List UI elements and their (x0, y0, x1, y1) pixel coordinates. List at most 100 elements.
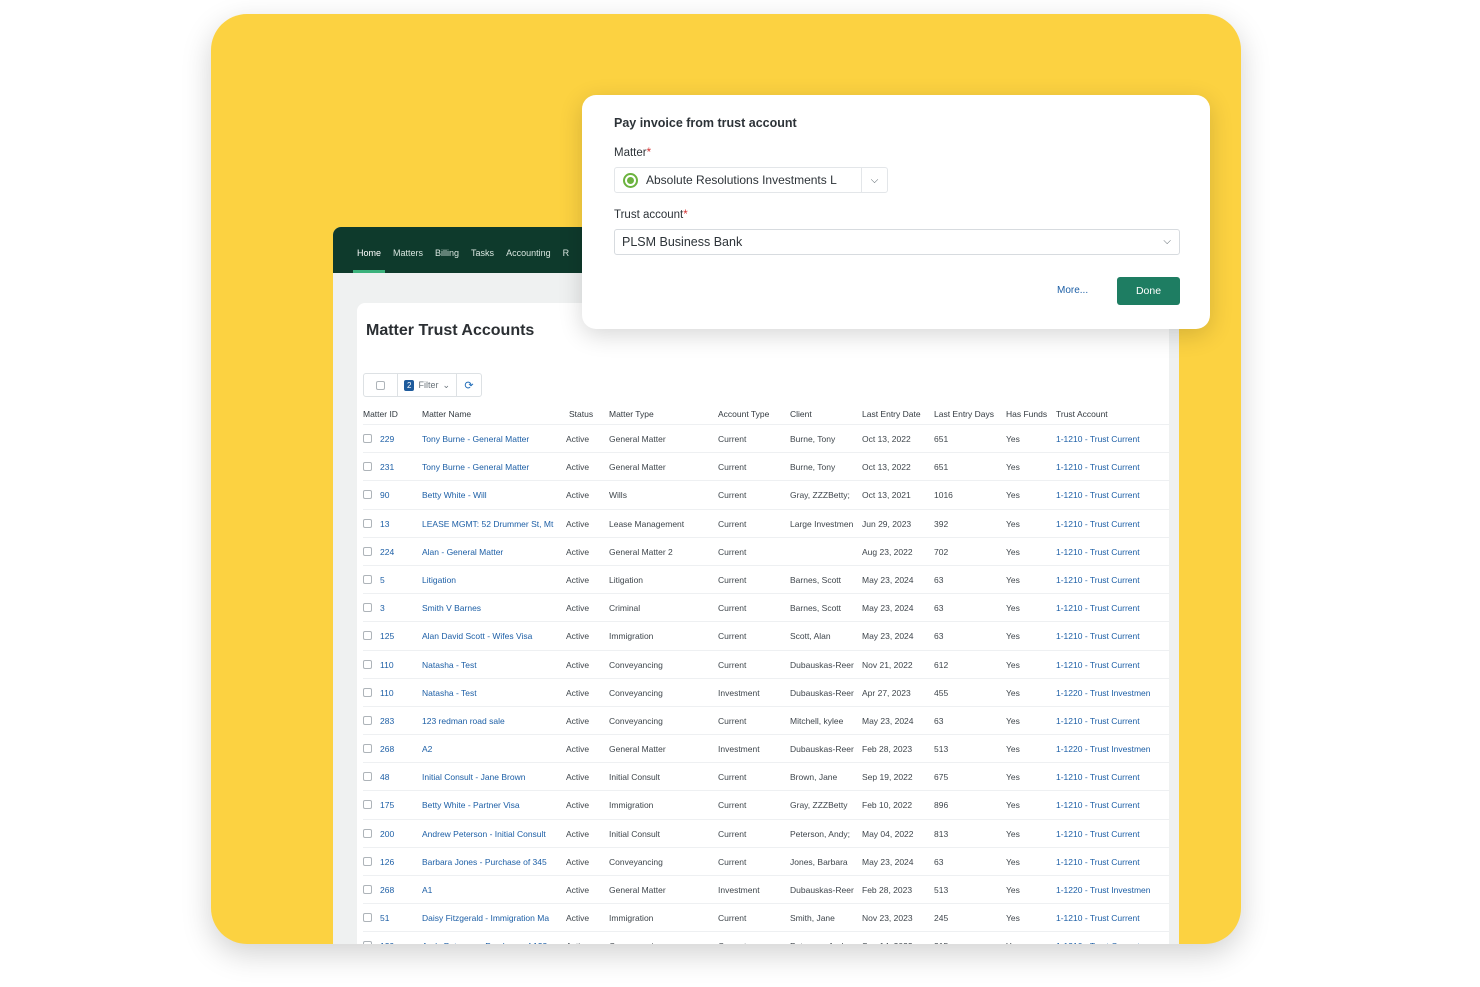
row-checkbox[interactable] (363, 744, 372, 754)
nav-item-tasks[interactable]: Tasks (465, 248, 500, 273)
cell-trust-account[interactable]: 1-1210 - Trust Current (1056, 575, 1166, 585)
cell-trust-account[interactable]: 1-1220 - Trust Investmen (1056, 688, 1166, 698)
cell-matter-id[interactable]: 129 (380, 941, 418, 944)
row-checkbox[interactable] (363, 603, 372, 613)
cell-matter-id[interactable]: 110 (380, 660, 418, 670)
cell-trust-account[interactable]: 1-1210 - Trust Current (1056, 800, 1166, 810)
cell-trust-account[interactable]: 1-1210 - Trust Current (1056, 857, 1166, 867)
cell-matter-name[interactable]: Betty White - Partner Visa (422, 800, 564, 810)
row-checkbox[interactable] (363, 574, 372, 584)
cell-matter-name[interactable]: Daisy Fitzgerald - Immigration Ma (422, 913, 564, 923)
cell-matter-id[interactable]: 5 (380, 575, 418, 585)
refresh-icon[interactable]: ⟳ (457, 374, 481, 396)
column-header-status[interactable]: Status (569, 409, 593, 419)
cell-matter-id[interactable]: 126 (380, 857, 418, 867)
cell-matter-id[interactable]: 48 (380, 772, 418, 782)
cell-trust-account[interactable]: 1-1210 - Trust Current (1056, 490, 1166, 500)
row-checkbox[interactable] (363, 772, 372, 782)
cell-matter-name[interactable]: Andrew Peterson - Initial Consult (422, 829, 564, 839)
cell-matter-id[interactable]: 3 (380, 603, 418, 613)
table-row[interactable]: 125 Alan David Scott - Wifes Visa Active Im… (363, 621, 1169, 649)
table-row[interactable]: 48 Initial Consult - Jane Brown Active Init… (363, 762, 1169, 790)
row-checkbox[interactable] (363, 687, 372, 697)
cell-matter-name[interactable]: LEASE MGMT: 52 Drummer St, Mt (422, 519, 564, 529)
cell-matter-name[interactable]: Tony Burne - General Matter (422, 434, 564, 444)
cell-trust-account[interactable]: 1-1210 - Trust Current (1056, 716, 1166, 726)
table-row[interactable]: 283 123 redman road sale Active Conveyancin… (363, 705, 1169, 734)
row-checkbox[interactable] (363, 856, 372, 866)
table-row[interactable]: 231 Tony Burne - General Matter Active Gene… (363, 452, 1169, 480)
cell-matter-name[interactable]: Natasha - Test (422, 660, 564, 670)
cell-matter-name[interactable]: Alan David Scott - Wifes Visa (422, 631, 564, 641)
cell-matter-id[interactable]: 13 (380, 519, 418, 529)
column-header-last-entry-days[interactable]: Last Entry Days (934, 409, 994, 419)
table-row[interactable]: 129 Andy Peterson - Purchase of 123Active… (363, 931, 1169, 944)
row-checkbox[interactable] (363, 462, 372, 472)
row-checkbox[interactable] (363, 828, 372, 838)
row-checkbox[interactable] (363, 434, 372, 443)
column-header-last-entry-date[interactable]: Last Entry Date (862, 409, 921, 419)
column-header-client[interactable]: Client (790, 409, 812, 419)
cell-trust-account[interactable]: 1-1210 - Trust Current (1056, 772, 1166, 782)
cell-matter-name[interactable]: Initial Consult - Jane Brown (422, 772, 564, 782)
cell-matter-name[interactable]: Litigation (422, 575, 564, 585)
table-row[interactable]: 3 Smith V Barnes Active Criminal Current Barn… (363, 593, 1169, 621)
cell-matter-name[interactable]: A1 (422, 885, 564, 895)
cell-trust-account[interactable]: 1-1210 - Trust Current (1056, 603, 1166, 613)
row-checkbox[interactable] (363, 913, 372, 923)
table-row[interactable]: 5 Litigation Active Litigation Current Barnes… (363, 564, 1169, 593)
matter-select[interactable]: Absolute Resolutions Investments L ⌵ (614, 167, 888, 193)
cell-trust-account[interactable]: 1-1220 - Trust Investmen (1056, 744, 1166, 754)
cell-trust-account[interactable]: 1-1210 - Trust Current (1056, 660, 1166, 670)
cell-matter-id[interactable]: 175 (380, 800, 418, 810)
column-header-matter-id[interactable]: Matter ID (363, 409, 398, 419)
table-row[interactable]: 224 Alan - General Matter Active General Ma… (363, 536, 1169, 565)
nav-item-home[interactable]: Home (351, 248, 387, 273)
cell-trust-account[interactable]: 1-1210 - Trust Current (1056, 829, 1166, 839)
cell-trust-account[interactable]: 1-1210 - Trust Current (1056, 519, 1166, 529)
table-row[interactable]: 268 A2 Active General Matter Investment Dubau… (363, 734, 1169, 762)
column-header-matter-type[interactable]: Matter Type (609, 409, 654, 419)
filter-button[interactable]: 2 Filter ⌄ (398, 374, 457, 396)
more-link[interactable]: More... (1057, 285, 1088, 296)
cell-matter-name[interactable]: Alan - General Matter (422, 547, 564, 557)
chevron-down-icon[interactable]: ⌵ (861, 168, 887, 192)
cell-matter-id[interactable]: 125 (380, 631, 418, 641)
select-all-checkbox[interactable] (376, 380, 385, 390)
row-checkbox[interactable] (363, 518, 372, 528)
row-checkbox[interactable] (363, 800, 372, 810)
cell-matter-name[interactable]: Betty White - Will (422, 490, 564, 500)
cell-matter-name[interactable]: Smith V Barnes (422, 603, 564, 613)
cell-matter-name[interactable]: Natasha - Test (422, 688, 564, 698)
cell-matter-id[interactable]: 229 (380, 434, 418, 444)
trust-account-select[interactable]: PLSM Business Bank ⌵ (614, 229, 1180, 255)
column-header-trust-account[interactable]: Trust Account (1056, 409, 1108, 419)
nav-item-accounting[interactable]: Accounting (500, 248, 557, 273)
cell-trust-account[interactable]: 1-1220 - Trust Investmen (1056, 885, 1166, 895)
table-row[interactable]: 175 Betty White - Partner Visa Active Immig… (363, 790, 1169, 818)
cell-matter-name[interactable]: Tony Burne - General Matter (422, 462, 564, 472)
table-row[interactable]: 126 Barbara Jones - Purchase of 345 Active… (363, 846, 1169, 875)
column-header-account-type[interactable]: Account Type (718, 409, 769, 419)
cell-trust-account[interactable]: 1-1210 - Trust Current (1056, 941, 1166, 944)
column-header-matter-name[interactable]: Matter Name (422, 409, 471, 419)
table-row[interactable]: 229 Tony Burne - General Matter Active Gene… (363, 424, 1169, 452)
cell-matter-name[interactable]: A2 (422, 744, 564, 754)
row-checkbox[interactable] (363, 490, 372, 500)
cell-matter-name[interactable]: Andy Peterson - Purchase of 123 (422, 941, 564, 944)
done-button[interactable]: Done (1117, 277, 1180, 305)
row-checkbox[interactable] (363, 659, 372, 669)
cell-trust-account[interactable]: 1-1210 - Trust Current (1056, 434, 1166, 444)
table-row[interactable]: 13 LEASE MGMT: 52 Drummer St, Mt Active Lea… (363, 508, 1169, 537)
cell-matter-id[interactable]: 268 (380, 744, 418, 754)
nav-item-r[interactable]: R (557, 248, 576, 273)
cell-trust-account[interactable]: 1-1210 - Trust Current (1056, 547, 1166, 557)
cell-matter-id[interactable]: 224 (380, 547, 418, 557)
table-row[interactable]: 110 Natasha - Test Active Conveyancing Curre… (363, 649, 1169, 678)
cell-matter-id[interactable]: 51 (380, 913, 418, 923)
row-checkbox[interactable] (363, 885, 372, 894)
table-row[interactable]: 110 Natasha - Test Active Conveyancing Inves… (363, 677, 1169, 706)
nav-item-billing[interactable]: Billing (429, 248, 465, 273)
cell-trust-account[interactable]: 1-1210 - Trust Current (1056, 462, 1166, 472)
column-header-has-funds[interactable]: Has Funds (1006, 409, 1047, 419)
